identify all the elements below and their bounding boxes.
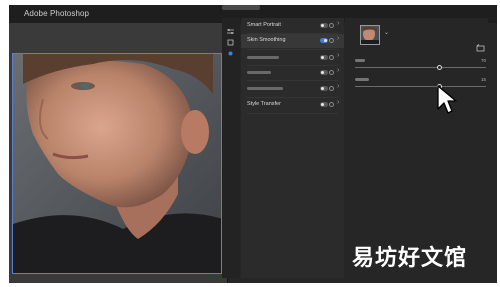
- chevron-right-icon[interactable]: ›: [337, 83, 339, 90]
- info-icon: [329, 70, 334, 75]
- neural-filters-list: Smart Portrait › Skin Smoothing › › › › …: [241, 18, 344, 278]
- filter-toggle[interactable]: [320, 23, 328, 28]
- filter-toggle[interactable]: [320, 70, 328, 75]
- filter-toggle[interactable]: [320, 86, 328, 91]
- filter-placeholder-bar: [247, 71, 271, 74]
- portrait-photo[interactable]: [12, 53, 222, 274]
- info-icon: [329, 38, 334, 43]
- reference-image-thumbnail[interactable]: [360, 25, 380, 45]
- slider-label-bar: [355, 78, 369, 81]
- filter-item-placeholder[interactable]: ›: [241, 82, 344, 96]
- slider-track[interactable]: [355, 86, 486, 87]
- filter-label: Skin Smoothing: [247, 37, 286, 43]
- info-icon: [329, 102, 334, 107]
- chevron-right-icon[interactable]: ›: [337, 99, 339, 106]
- panel-grip[interactable]: [222, 5, 260, 10]
- info-icon: [329, 86, 334, 91]
- arrow-cursor-icon: [436, 85, 458, 115]
- filter-placeholder-bar: [247, 56, 279, 59]
- filter-label: Smart Portrait: [247, 22, 281, 28]
- watermark-text: 易坊好文馆: [352, 246, 468, 271]
- slider-value: 15: [481, 77, 487, 82]
- slider-handle[interactable]: [437, 65, 442, 70]
- info-icon: [329, 23, 334, 28]
- chevron-right-icon[interactable]: ›: [337, 35, 339, 42]
- filter-item-placeholder[interactable]: ›: [241, 66, 344, 80]
- filter-item-skin-smoothing[interactable]: Skin Smoothing ›: [241, 34, 344, 48]
- chevron-right-icon[interactable]: ›: [337, 20, 339, 27]
- filter-properties-panel: ⌄ 70 15 dddd: [345, 18, 488, 278]
- filter-item-placeholder[interactable]: ›: [241, 51, 344, 65]
- layers-icon[interactable]: [226, 38, 235, 47]
- chevron-down-icon[interactable]: ⌄: [384, 29, 389, 36]
- filter-item-style-transfer[interactable]: Style Transfer ›: [241, 98, 344, 112]
- sliders-icon[interactable]: [226, 27, 235, 36]
- filter-toggle[interactable]: [320, 55, 328, 60]
- filter-toggle[interactable]: [320, 38, 328, 43]
- chevron-right-icon[interactable]: ›: [337, 67, 339, 74]
- filter-item-smart-portrait[interactable]: Smart Portrait ›: [241, 19, 344, 33]
- filter-label: Style Transfer: [247, 101, 281, 107]
- slider-label-bar: [355, 59, 365, 62]
- canvas-area[interactable]: [9, 23, 227, 283]
- filter-toggle[interactable]: [320, 102, 328, 107]
- info-icon: [329, 55, 334, 60]
- app-title: Adobe Photoshop: [24, 9, 90, 18]
- chevron-right-icon[interactable]: ›: [337, 52, 339, 59]
- reset-icon[interactable]: [476, 39, 485, 52]
- slider-track[interactable]: [355, 67, 486, 68]
- slider-value: 70: [481, 58, 487, 63]
- filter-placeholder-bar: [247, 87, 283, 90]
- stack-icon[interactable]: [226, 49, 235, 58]
- portrait-image: [13, 54, 221, 273]
